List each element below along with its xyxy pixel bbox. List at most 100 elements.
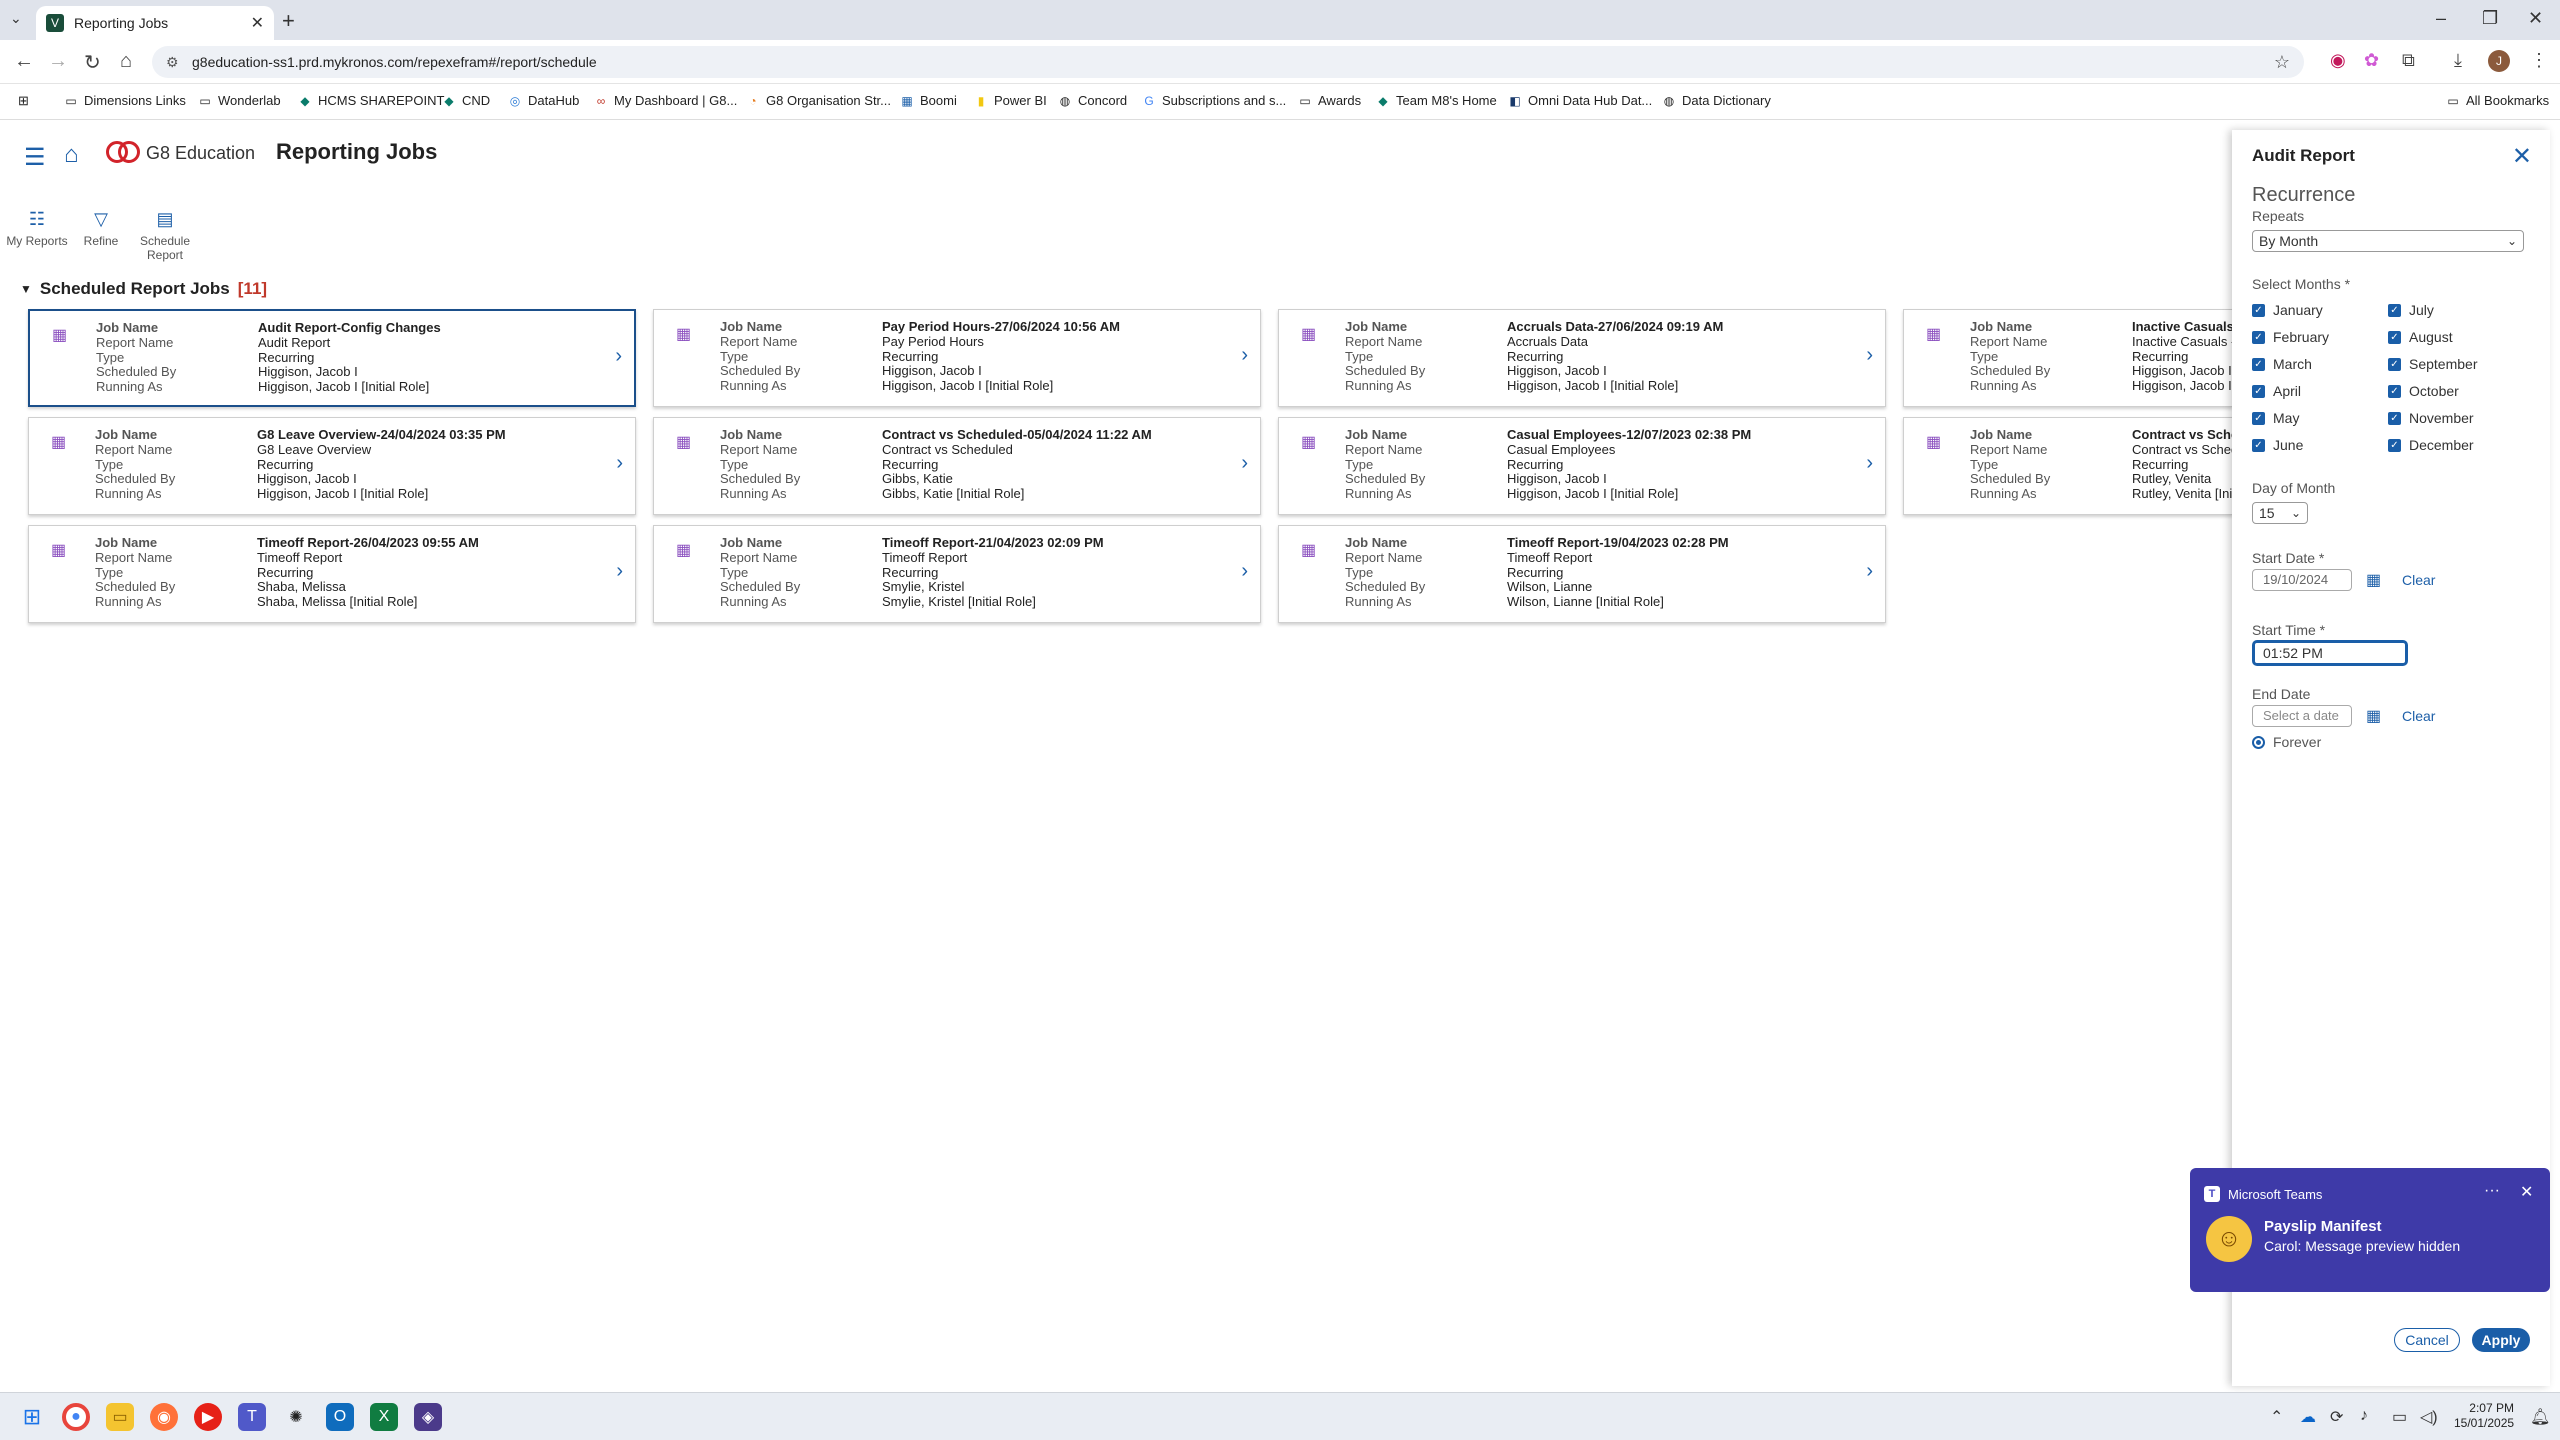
more-options-icon[interactable]: ··· <box>2484 1182 2500 1200</box>
tray-chevron-icon[interactable]: ⌃ <box>2270 1407 2283 1427</box>
close-toast-icon[interactable]: ✕ <box>2520 1182 2533 1202</box>
forever-radio[interactable]: Forever <box>2252 734 2321 750</box>
restore-icon[interactable]: ❐ <box>2482 8 2498 29</box>
chevron-right-icon[interactable]: › <box>616 452 623 475</box>
app-home-icon[interactable]: ⌂ <box>64 141 79 169</box>
chrome-icon[interactable]: ● <box>62 1403 90 1431</box>
bookmark-item[interactable]: ◆ Team M8's Home <box>1376 93 1496 108</box>
start-date-input[interactable]: 19/10/2024 <box>2252 569 2352 591</box>
month-checkbox-february[interactable]: ✓ February <box>2252 329 2329 345</box>
calendar-icon[interactable]: ▦ <box>2366 570 2381 590</box>
bookmark-item[interactable]: G Subscriptions and s... <box>1142 93 1286 108</box>
bookmark-item[interactable]: ◆ CND <box>442 93 490 108</box>
month-checkbox-april[interactable]: ✓ April <box>2252 383 2301 399</box>
minimize-icon[interactable]: – <box>2436 8 2446 29</box>
schedule-report-button[interactable]: ▤ Schedule Report <box>130 209 200 262</box>
chevron-right-icon[interactable]: › <box>1241 344 1248 367</box>
volume-icon[interactable]: ◁) <box>2420 1407 2438 1427</box>
month-checkbox-october[interactable]: ✓ October <box>2388 383 2459 399</box>
scheduled-jobs-header[interactable]: ▼ Scheduled Report Jobs [11] <box>20 279 267 299</box>
close-panel-icon[interactable]: ✕ <box>2512 142 2532 171</box>
job-card[interactable]: ▦ Job Name Report Name Type Scheduled By Runn… <box>1278 525 1886 623</box>
month-checkbox-august[interactable]: ✓ August <box>2388 329 2453 345</box>
profile-avatar[interactable]: J <box>2488 50 2510 72</box>
job-card[interactable]: ▦ Job Name Report Name Type Scheduled By Runn… <box>28 309 636 407</box>
teams-notification[interactable]: T Microsoft Teams ··· ✕ ☺ Payslip Manife… <box>2190 1168 2550 1292</box>
back-icon[interactable]: ← <box>14 50 34 73</box>
bookmark-item[interactable]: ▦ Boomi <box>900 93 957 108</box>
my-reports-button[interactable]: ☷ My Reports <box>2 209 72 248</box>
month-checkbox-january[interactable]: ✓ January <box>2252 302 2323 318</box>
month-checkbox-march[interactable]: ✓ March <box>2252 356 2312 372</box>
microphone-icon[interactable]: ♪ <box>2360 1407 2368 1425</box>
bookmark-item[interactable]: ◆ HCMS SHAREPOINT <box>298 93 444 108</box>
notifications-bell-icon[interactable]: 🔔︎ <box>2530 1407 2550 1427</box>
job-card[interactable]: ▦ Job Name Report Name Type Scheduled By Runn… <box>1278 417 1886 515</box>
month-checkbox-september[interactable]: ✓ September <box>2388 356 2477 372</box>
all-bookmarks[interactable]: ▭ All Bookmarks <box>2446 93 2549 108</box>
month-checkbox-may[interactable]: ✓ May <box>2252 410 2299 426</box>
start-time-input[interactable]: 01:52 PM <box>2252 640 2408 666</box>
start-date-clear-link[interactable]: Clear <box>2402 572 2435 588</box>
close-tab-icon[interactable]: ✕ <box>251 13 264 33</box>
bookmark-item[interactable]: ◍ Data Dictionary <box>1662 93 1771 108</box>
chevron-right-icon[interactable]: › <box>1866 452 1873 475</box>
excel-icon[interactable]: X <box>370 1403 398 1431</box>
window-close-icon[interactable]: ✕ <box>2528 8 2543 29</box>
new-tab-icon[interactable]: + <box>282 8 295 34</box>
bookmark-item[interactable]: ◎ DataHub <box>508 93 580 108</box>
month-checkbox-november[interactable]: ✓ November <box>2388 410 2474 426</box>
apply-button[interactable]: Apply <box>2472 1328 2530 1352</box>
chevron-right-icon[interactable]: › <box>1241 452 1248 475</box>
job-card[interactable]: ▦ Job Name Report Name Type Scheduled By Runn… <box>28 417 636 515</box>
hamburger-menu-icon[interactable]: ☰ <box>24 143 46 172</box>
menu-icon[interactable]: ⋮ <box>2530 50 2548 71</box>
bookmark-item[interactable]: ▭ Dimensions Links <box>64 93 186 108</box>
apps-grid-icon[interactable]: ⊞ <box>18 93 29 109</box>
bookmark-item[interactable]: ◧ Omni Data Hub Dat... <box>1508 93 1652 108</box>
bookmark-item[interactable]: ▭ Awards <box>1298 93 1361 108</box>
end-date-clear-link[interactable]: Clear <box>2402 708 2435 724</box>
bookmark-item[interactable]: ∞ My Dashboard | G8... <box>594 93 738 108</box>
bookmark-item[interactable]: ◔ G8 Organisation Str... <box>746 93 891 108</box>
job-card[interactable]: ▦ Job Name Report Name Type Scheduled By Runn… <box>28 525 636 623</box>
reload-icon[interactable]: ↻ <box>84 50 101 75</box>
chevron-right-icon[interactable]: › <box>615 345 622 368</box>
job-card[interactable]: ▦ Job Name Report Name Type Scheduled By Runn… <box>1278 309 1886 407</box>
chevron-right-icon[interactable]: › <box>1866 344 1873 367</box>
site-info-icon[interactable]: ⚙ <box>166 46 179 78</box>
chevron-right-icon[interactable]: › <box>1241 560 1248 583</box>
repeats-select[interactable]: By Month ⌄ <box>2252 230 2524 252</box>
bookmark-item[interactable]: ▭ Wonderlab <box>198 93 280 108</box>
bookmark-item[interactable]: ▮ Power BI <box>974 93 1047 108</box>
calendar-icon[interactable]: ▦ <box>2366 706 2381 726</box>
start-windows-icon[interactable]: ⊞ <box>18 1403 46 1431</box>
day-of-month-select[interactable]: 15 ⌄ <box>2252 502 2308 524</box>
file-explorer-icon[interactable]: ▭ <box>106 1403 134 1431</box>
sync-icon[interactable]: ⟳ <box>2330 1407 2343 1427</box>
chevron-right-icon[interactable]: › <box>1866 560 1873 583</box>
month-checkbox-december[interactable]: ✓ December <box>2388 437 2474 453</box>
job-card[interactable]: ▦ Job Name Report Name Type Scheduled By Runn… <box>653 525 1261 623</box>
refine-button[interactable]: ▽ Refine <box>66 209 136 248</box>
chatgpt-icon[interactable]: ✺ <box>282 1403 310 1431</box>
bookmark-star-icon[interactable]: ☆ <box>2274 46 2290 78</box>
extensions-puzzle-icon[interactable]: ⧉ <box>2402 50 2415 71</box>
end-date-input[interactable]: Select a date <box>2252 705 2352 727</box>
firefox-icon[interactable]: ◉ <box>150 1403 178 1431</box>
extension-icon[interactable]: ◉ <box>2330 50 2346 71</box>
job-card[interactable]: ▦ Job Name Report Name Type Scheduled By Runn… <box>653 309 1261 407</box>
tab-reporting-jobs[interactable]: V Reporting Jobs ✕ <box>36 6 274 40</box>
home-icon[interactable]: ⌂ <box>120 50 132 73</box>
job-card[interactable]: ▦ Job Name Report Name Type Scheduled By Runn… <box>1903 417 2233 515</box>
job-card[interactable]: ▦ Job Name Report Name Type Scheduled By Runn… <box>653 417 1261 515</box>
month-checkbox-june[interactable]: ✓ June <box>2252 437 2303 453</box>
forward-icon[interactable]: → <box>48 50 68 73</box>
system-clock[interactable]: 2:07 PM 15/01/2025 <box>2454 1401 2514 1431</box>
outlook-icon[interactable]: O <box>326 1403 354 1431</box>
teams-icon[interactable]: T <box>238 1403 266 1431</box>
app-icon[interactable]: ◈ <box>414 1403 442 1431</box>
month-checkbox-july[interactable]: ✓ July <box>2388 302 2434 318</box>
onedrive-icon[interactable]: ☁ <box>2300 1407 2316 1427</box>
address-bar[interactable]: ⚙ g8education-ss1.prd.mykronos.com/repex… <box>152 46 2304 78</box>
